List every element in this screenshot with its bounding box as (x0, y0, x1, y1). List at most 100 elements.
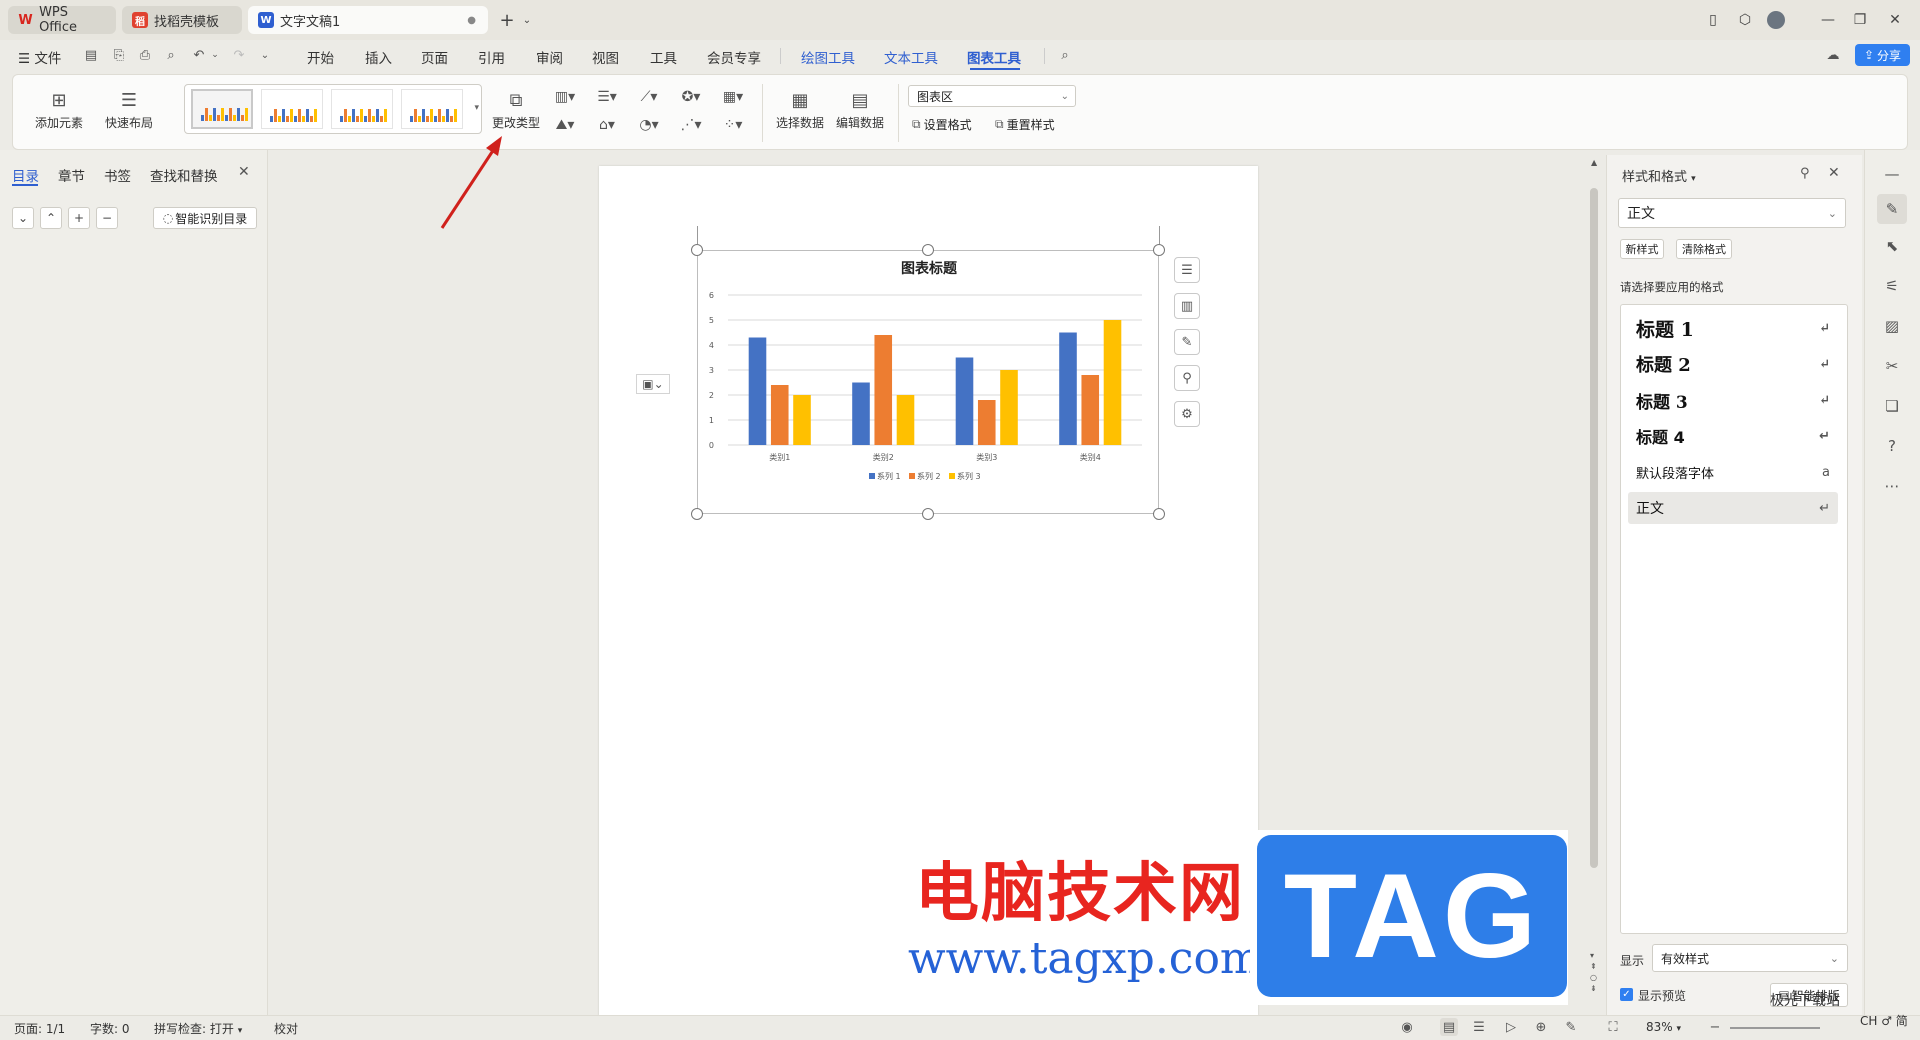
nav-tab-chapter[interactable]: 章节 (58, 165, 85, 185)
scatter-chart-icon[interactable]: ⋰▾ (674, 114, 708, 136)
menu-chart-tools[interactable]: 图表工具 (967, 47, 1021, 67)
area-chart-icon[interactable]: ⛰▾ (548, 114, 582, 136)
print-preview-icon[interactable]: ⌕ (162, 46, 180, 64)
redo-icon[interactable]: ↷ (230, 46, 248, 64)
collapse-up-button[interactable]: ⌃ (40, 207, 62, 229)
nav-tab-find-replace[interactable]: 查找和替换 (150, 165, 218, 185)
chart-object[interactable]: 图表标题 0 1 2 3 4 5 6 类别1 类别2 类别3 类别4 系列 1 系列 2 系列 3 (697, 250, 1159, 514)
change-type-button[interactable]: ⧉ 更改类型 (488, 86, 544, 131)
chart-element-select[interactable]: 图表区 ⌄ (908, 85, 1076, 107)
resize-handle-nw[interactable] (691, 244, 703, 256)
scrollbar-thumb[interactable] (1590, 188, 1598, 868)
tab-document[interactable]: W 文字文稿1 ● (248, 6, 488, 34)
stock-chart-icon[interactable]: ⌂▾ (590, 114, 624, 136)
nav-tab-bookmark[interactable]: 书签 (104, 165, 131, 185)
zoom-level[interactable]: 83% ▾ (1646, 1020, 1681, 1034)
page-view-icon[interactable]: ▤ (1440, 1018, 1458, 1036)
chart-style-thumb[interactable] (191, 89, 253, 129)
play-icon[interactable]: ▷ (1502, 1018, 1520, 1036)
tab-templates[interactable]: 稻 找稻壳模板 (122, 6, 242, 34)
settings-icon[interactable]: ⚙ (1174, 401, 1200, 427)
chart-style-thumb[interactable] (401, 89, 463, 129)
print-icon[interactable]: ⎙ (136, 46, 154, 64)
style-normal[interactable]: 正文 ↵ (1628, 492, 1838, 524)
chart-style-gallery[interactable]: ▾ (184, 84, 482, 134)
nav-tab-toc[interactable]: 目录 (12, 165, 39, 185)
book-icon[interactable]: ❏ (1880, 394, 1904, 418)
file-menu[interactable]: ☰ 文件 (18, 47, 61, 67)
chart-style-icon[interactable]: ▥ (1174, 293, 1200, 319)
chart-elements-icon[interactable]: ☰ (1174, 257, 1200, 283)
style-heading-2[interactable]: 标题 2 ↵ (1628, 348, 1838, 380)
menu-view[interactable]: 视图 (592, 47, 619, 67)
menu-member[interactable]: 会员专享 (707, 47, 761, 67)
page-nav-icons[interactable]: ▾ ⇞ ○ ⇟ (1590, 950, 1597, 994)
collapse-rail-icon[interactable]: — (1880, 162, 1904, 186)
remove-level-button[interactable]: − (96, 207, 118, 229)
line-chart-icon[interactable]: ⟋▾ (632, 86, 666, 108)
layout-icon[interactable]: ▯ (1703, 10, 1723, 30)
menu-tools[interactable]: 工具 (650, 47, 677, 67)
fit-page-icon[interactable]: ⛶ (1604, 1018, 1622, 1036)
menu-page[interactable]: 页面 (421, 47, 448, 67)
quick-layout-button[interactable]: ☰ 快速布局 (96, 86, 162, 131)
menu-reference[interactable]: 引用 (478, 47, 505, 67)
cloud-icon[interactable]: ☁ (1824, 46, 1842, 64)
style-heading-3[interactable]: 标题 3 ↵ (1628, 384, 1838, 416)
current-style-select[interactable]: 正文 ⌄ (1618, 198, 1846, 228)
smart-toc-button[interactable]: ◌ 智能识别目录 (153, 207, 257, 229)
adjust-sliders-icon[interactable]: ⚟ (1880, 274, 1904, 298)
style-heading-4[interactable]: 标题 4 ↵ (1628, 420, 1838, 452)
menu-review[interactable]: 审阅 (536, 47, 563, 67)
zoom-slider[interactable] (1730, 1027, 1820, 1029)
clear-format-button[interactable]: 清除格式 (1676, 239, 1732, 259)
resize-handle-n[interactable] (922, 244, 934, 256)
web-view-icon[interactable]: ⊕ (1532, 1018, 1550, 1036)
edit-data-button[interactable]: ▤ 编辑数据 (832, 86, 888, 131)
add-element-button[interactable]: ⊞ 添加元素 (26, 86, 92, 131)
cube-icon[interactable]: ⬡ (1735, 10, 1755, 30)
expand-down-button[interactable]: ⌄ (12, 207, 34, 229)
style-pen-icon[interactable]: ✎ (1877, 194, 1907, 224)
tools-icon[interactable]: ✂ (1880, 354, 1904, 378)
word-count[interactable]: 字数: 0 (90, 1020, 130, 1037)
close-pane-icon[interactable]: ✕ (238, 164, 250, 180)
unsaved-dot-icon[interactable]: ● (467, 15, 476, 26)
chart-style-thumb[interactable] (331, 89, 393, 129)
resize-handle-ne[interactable] (1153, 244, 1165, 256)
avatar[interactable] (1767, 11, 1785, 29)
resize-handle-sw[interactable] (691, 508, 703, 520)
chevron-down-icon[interactable]: ⌄ (517, 10, 537, 30)
outline-view-icon[interactable]: ☰ (1470, 1018, 1488, 1036)
share-button[interactable]: ⇪ 分享 (1855, 44, 1910, 66)
restore-icon[interactable]: ❐ (1850, 10, 1870, 30)
eye-icon[interactable]: ◉ (1398, 1018, 1416, 1036)
menu-drawing-tools[interactable]: 绘图工具 (801, 47, 855, 67)
scroll-up-icon[interactable]: ▲ (1591, 158, 1597, 167)
export-icon[interactable]: ⎘ (110, 46, 128, 64)
select-cursor-icon[interactable]: ⬉ (1880, 234, 1904, 258)
spell-check[interactable]: 拼写检查: 打开 ▾ (154, 1020, 242, 1037)
show-preview-checkbox[interactable]: ✓ (1620, 988, 1633, 1001)
layout-options-icon[interactable]: ▣⌄ (636, 374, 670, 394)
minimize-icon[interactable]: — (1818, 10, 1838, 30)
select-data-button[interactable]: ▦ 选择数据 (772, 86, 828, 131)
more-dropdown-icon[interactable]: ⌄ (256, 46, 274, 64)
column-chart-icon[interactable]: ▥▾ (548, 86, 582, 108)
help-icon[interactable]: ? (1880, 434, 1904, 458)
bubble-chart-icon[interactable]: ⁘▾ (716, 114, 750, 136)
set-format-button[interactable]: ⧉ 设置格式 (912, 116, 972, 133)
resize-handle-se[interactable] (1153, 508, 1165, 520)
pin-icon[interactable]: ⚲ (1800, 166, 1810, 181)
brush-icon[interactable]: ✎ (1174, 329, 1200, 355)
resize-handle-s[interactable] (922, 508, 934, 520)
edit-image-icon[interactable]: ▨ (1880, 314, 1904, 338)
show-styles-select[interactable]: 有效样式 ⌄ (1652, 944, 1848, 972)
filter-icon[interactable]: ⚲ (1174, 365, 1200, 391)
zoom-out-icon[interactable]: − (1706, 1018, 1724, 1036)
bar-chart-icon[interactable]: ☰▾ (590, 86, 624, 108)
table-chart-icon[interactable]: ▦▾ (716, 86, 750, 108)
styles-pane-title[interactable]: 样式和格式 ▾ (1622, 166, 1696, 185)
style-heading-1[interactable]: 标题 1 ↵ (1628, 312, 1838, 344)
gallery-expand-icon[interactable]: ▾ (474, 103, 479, 113)
